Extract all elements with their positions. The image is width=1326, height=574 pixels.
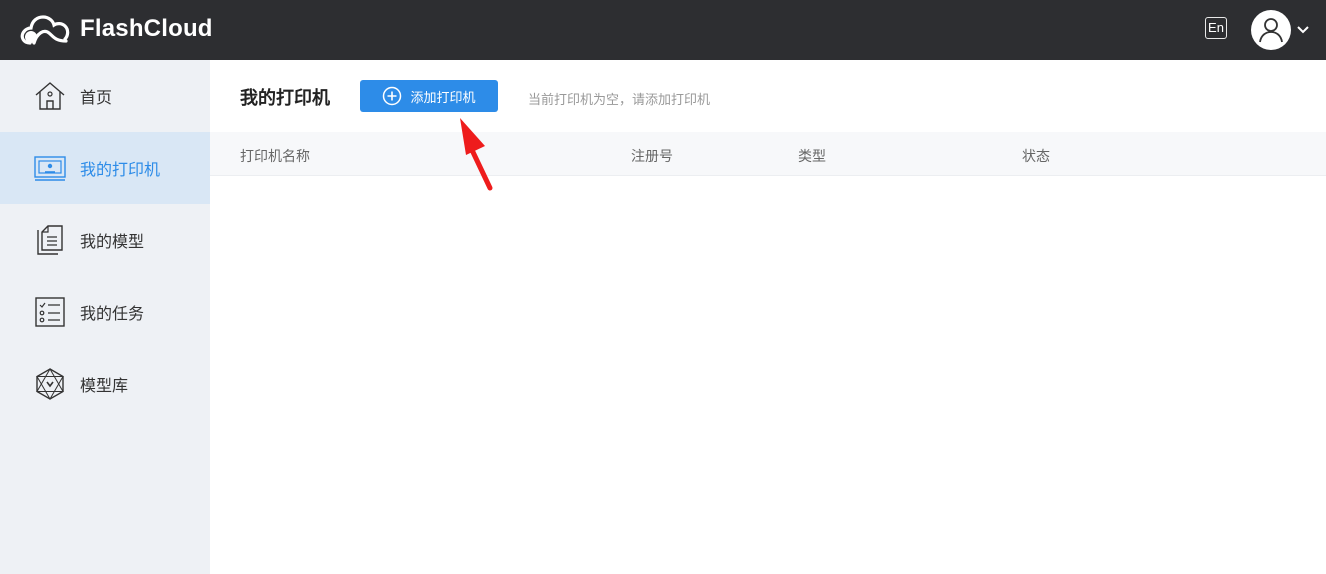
plus-circle-icon: [382, 86, 402, 106]
sidebar-item-my-printers[interactable]: 我的打印机: [0, 132, 210, 204]
avatar[interactable]: [1251, 10, 1291, 50]
document-icon: [34, 224, 66, 256]
column-header-status[interactable]: 状态: [1022, 146, 1050, 166]
add-printer-button[interactable]: 添加打印机: [360, 80, 498, 112]
sidebar-item-my-tasks[interactable]: 我的任务: [0, 276, 210, 348]
page-title: 我的打印机: [240, 88, 330, 109]
sidebar-item-label: 首页: [80, 88, 113, 107]
sidebar-item-label: 我的任务: [80, 304, 145, 323]
chevron-down-icon[interactable]: [1297, 26, 1309, 34]
home-icon: [34, 80, 66, 112]
main-content: 我的打印机 添加打印机 当前打印机为空，请添加打印机 打印机名称 注册号 类型 …: [210, 60, 1326, 574]
user-icon: [1259, 18, 1283, 43]
sidebar-item-model-library[interactable]: 模型库: [0, 348, 210, 420]
sidebar: 首页 我的打印机 我的模型 我的任务 模型库: [0, 60, 210, 574]
sidebar-item-home[interactable]: 首页: [0, 60, 210, 132]
column-header-type[interactable]: 类型: [798, 146, 826, 166]
column-header-registration-no[interactable]: 注册号: [631, 146, 673, 166]
top-bar: FlashCloud En: [0, 0, 1326, 60]
table-header: 打印机名称 注册号 类型 状态: [210, 132, 1326, 176]
app-logo[interactable]: FlashCloud: [20, 13, 213, 45]
sidebar-item-my-models[interactable]: 我的模型: [0, 204, 210, 276]
sidebar-item-label: 我的打印机: [80, 160, 161, 179]
empty-hint: 当前打印机为空，请添加打印机: [528, 93, 711, 108]
add-printer-label: 添加打印机: [410, 90, 476, 106]
column-header-printer-name[interactable]: 打印机名称: [240, 146, 310, 166]
task-list-icon: [34, 296, 66, 328]
user-menu[interactable]: [1251, 10, 1309, 50]
printer-icon: [34, 152, 66, 184]
model-library-icon: [34, 368, 66, 400]
annotation-arrow-icon: [460, 118, 493, 191]
language-toggle-button[interactable]: En: [1205, 17, 1227, 39]
cloud-logo-icon: [20, 15, 70, 45]
sidebar-item-label: 我的模型: [80, 232, 145, 251]
app-name: FlashCloud: [80, 15, 213, 42]
sidebar-item-label: 模型库: [80, 376, 129, 395]
